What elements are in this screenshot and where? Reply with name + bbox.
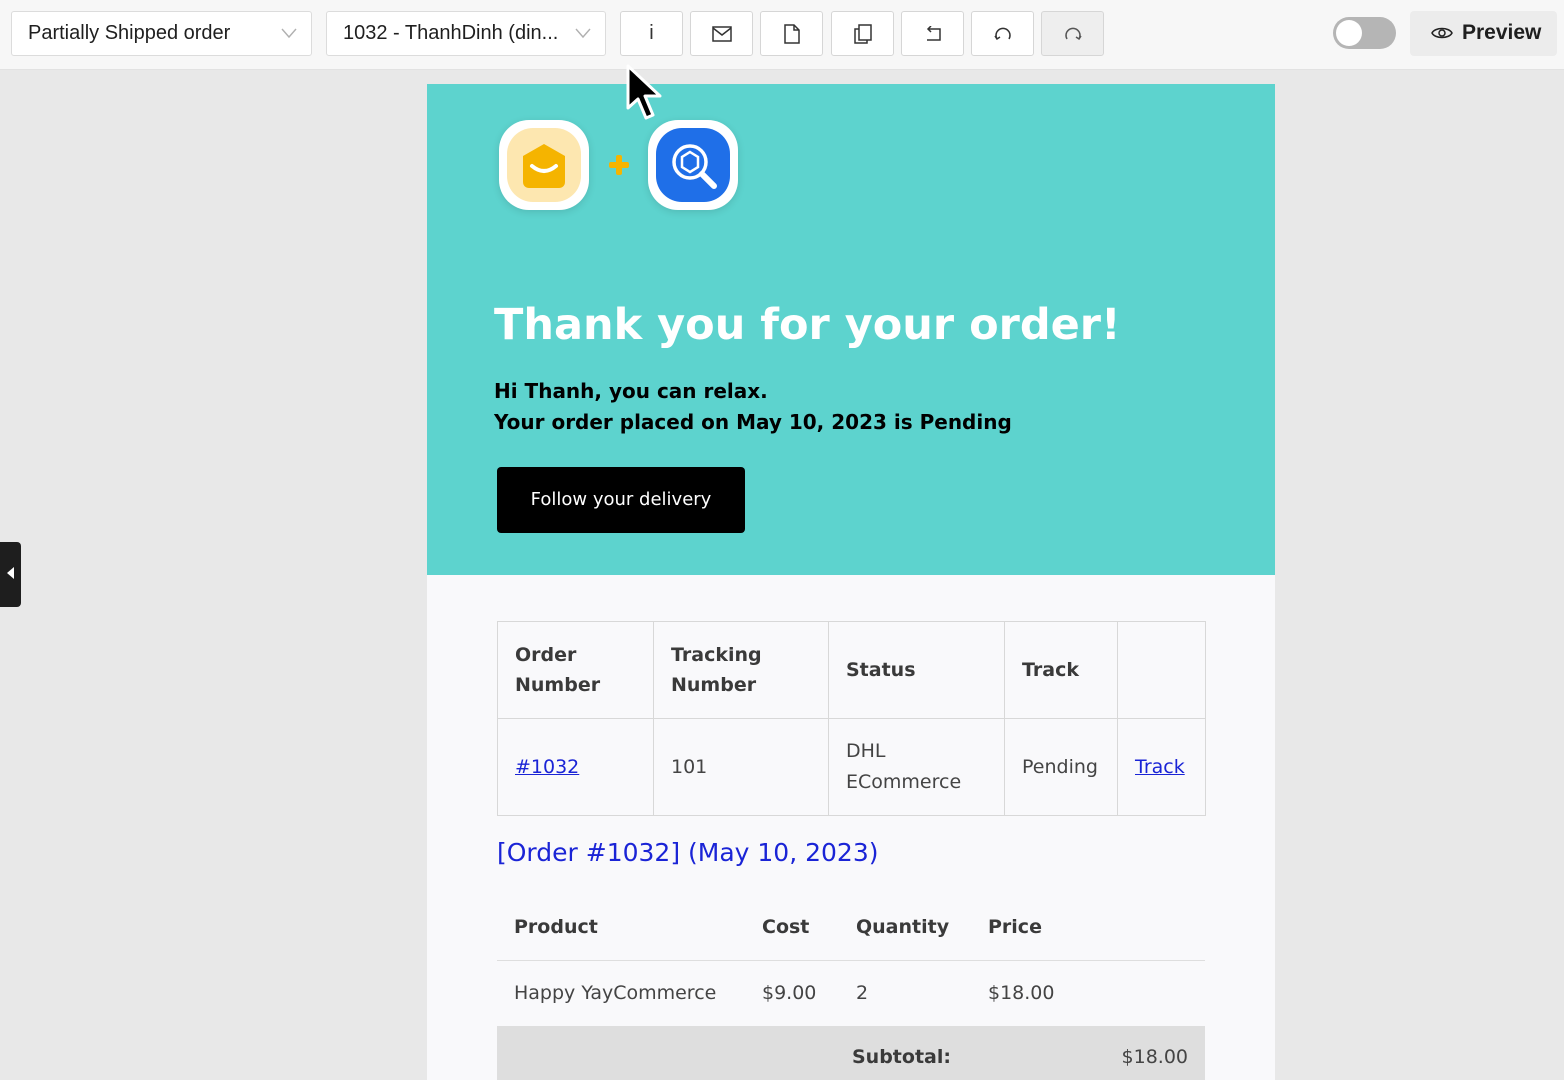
triangle-left-icon: [7, 567, 14, 579]
column-header: Quantity: [856, 915, 950, 938]
email-type-select-value: Partially Shipped order: [28, 22, 231, 44]
envelope-icon: [711, 25, 732, 42]
hero-title: Thank you for your order!: [494, 300, 1121, 350]
subtotal-row: Subtotal: $18.00: [497, 1026, 1205, 1080]
info-button[interactable]: i: [620, 11, 683, 56]
product-price: $18.00: [971, 959, 1205, 1026]
mouse-cursor-icon: [626, 64, 662, 120]
tracking-number: 101: [653, 718, 829, 816]
chevron-down-icon: [281, 28, 297, 39]
info-icon: i: [649, 22, 654, 44]
editor-toolbar: Partially Shipped order 1032 - ThanhDinh…: [0, 0, 1564, 70]
subtotal-label: Subtotal:: [852, 1046, 951, 1068]
column-header: Price: [988, 915, 1042, 938]
products-table-header: Product Cost Quantity Price: [497, 894, 1205, 960]
redo-icon: [1064, 27, 1082, 40]
reset-button[interactable]: [971, 11, 1034, 56]
toggle-knob: [1336, 20, 1362, 46]
document-icon: [783, 23, 800, 44]
reset-icon: [993, 27, 1011, 40]
tracking-table-header: Order Number Tracking Number Status Trac…: [497, 621, 1206, 719]
hero-order-status: Your order placed on May 10, 2023 is Pen…: [494, 410, 1012, 434]
document-button[interactable]: [760, 11, 823, 56]
magnifier-logo-icon: [656, 128, 730, 202]
chevron-down-icon: [575, 28, 591, 39]
email-hero: Thank you for your order! Hi Thanh, you …: [427, 84, 1275, 575]
sidebar-collapse-handle[interactable]: [0, 542, 21, 607]
order-select-value: 1032 - ThanhDinh (din...: [343, 22, 559, 44]
order-heading: [Order #1032] (May 10, 2023): [497, 838, 879, 867]
plus-icon: [609, 155, 629, 175]
copy-button[interactable]: [831, 11, 894, 56]
table-row: #1032 101 DHL ECommerce Pending Track: [497, 718, 1206, 816]
column-header: Tracking Number: [653, 621, 829, 719]
follow-delivery-button[interactable]: Follow your delivery: [497, 467, 745, 533]
column-header: [1117, 621, 1206, 719]
search-app-logo: [648, 120, 738, 210]
hero-greeting: Hi Thanh, you can relax.: [494, 379, 768, 403]
undo-button[interactable]: [901, 11, 964, 56]
preview-button[interactable]: Preview: [1410, 11, 1557, 56]
product-quantity: 2: [839, 959, 971, 1026]
column-header: Order Number: [497, 621, 654, 719]
order-select[interactable]: 1032 - ThanhDinh (din...: [326, 11, 606, 56]
preview-label: Preview: [1462, 21, 1542, 44]
column-header: Track: [1004, 621, 1118, 719]
toggle-switch[interactable]: [1333, 17, 1396, 49]
redo-button[interactable]: [1041, 11, 1104, 56]
subtotal-value: $18.00: [1121, 1046, 1188, 1068]
mail-logo-icon: [507, 128, 581, 202]
column-header: Product: [514, 915, 598, 938]
column-header: Status: [828, 621, 1005, 719]
copy-icon: [853, 23, 872, 44]
tracking-status: Pending: [1004, 718, 1118, 816]
table-row: Happy YayCommerce $9.00 2 $18.00: [497, 959, 1205, 1026]
column-header: Cost: [762, 915, 810, 938]
yaymail-logo: [499, 120, 589, 210]
shipping-carrier: DHL ECommerce: [828, 718, 1005, 816]
product-cost: $9.00: [745, 959, 839, 1026]
email-type-select[interactable]: Partially Shipped order: [11, 11, 312, 56]
order-number-link[interactable]: #1032: [515, 756, 579, 778]
track-link[interactable]: Track: [1135, 756, 1185, 778]
send-email-button[interactable]: [690, 11, 753, 56]
email-preview: Thank you for your order! Hi Thanh, you …: [427, 84, 1275, 1080]
eye-icon: [1431, 27, 1453, 39]
product-name: Happy YayCommerce: [497, 959, 745, 1026]
products-table: Product Cost Quantity Price Happy YayCom…: [497, 894, 1205, 1026]
undo-icon: [926, 25, 941, 41]
tracking-table: Order Number Tracking Number Status Trac…: [497, 621, 1206, 816]
